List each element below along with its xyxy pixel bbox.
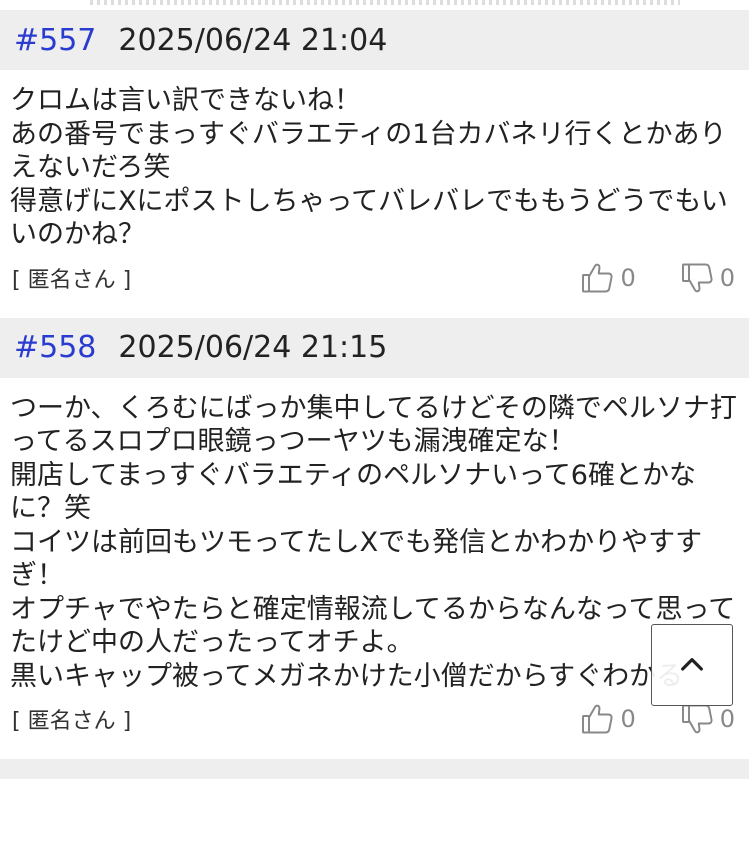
post-separator <box>0 303 749 318</box>
vote-group: 0 0 <box>536 252 735 304</box>
next-post-header <box>0 759 749 779</box>
post-author: [ 匿名さん ] <box>12 267 132 293</box>
like-count: 0 <box>620 263 636 292</box>
post-number[interactable]: #557 <box>14 23 96 58</box>
scroll-to-top-button[interactable] <box>651 624 733 706</box>
post-header: #558 2025/06/24 21:15 <box>0 317 749 378</box>
top-image-strip <box>0 0 749 10</box>
thumbs-up-icon <box>582 704 614 734</box>
dislike-count: 0 <box>719 705 735 733</box>
post: #558 2025/06/24 21:15 つーか、くろむにばっか集中してるけど… <box>0 317 749 746</box>
like-button[interactable]: 0 <box>580 260 636 296</box>
dislike-count: 0 <box>719 263 735 292</box>
like-count: 0 <box>620 705 636 733</box>
thumbs-down-icon <box>681 263 713 292</box>
image-fragment <box>90 0 680 5</box>
post-separator <box>0 745 749 759</box>
post-number[interactable]: #558 <box>14 330 96 365</box>
post-footer: [ 匿名さん ] 0 0 <box>0 252 749 304</box>
thumbs-down-icon <box>681 704 713 734</box>
post-footer: [ 匿名さん ] 0 0 <box>0 693 749 745</box>
thumbs-up-icon <box>582 263 614 292</box>
post: #557 2025/06/24 21:04 クロムは言い訳できないね！ あの番号… <box>0 10 749 304</box>
post-datetime: 2025/06/24 21:04 <box>118 22 388 58</box>
post-header: #557 2025/06/24 21:04 <box>0 10 749 70</box>
dislike-button[interactable]: 0 <box>680 701 735 737</box>
post-body: クロムは言い訳できないね！ あの番号でまっすぐバラエティの1台カバネリ行くとかあ… <box>10 85 728 250</box>
chevron-up-icon <box>681 658 703 671</box>
post-datetime: 2025/06/24 21:15 <box>118 330 388 365</box>
post-author: [ 匿名さん ] <box>12 709 132 734</box>
dislike-button[interactable]: 0 <box>680 260 735 296</box>
like-button[interactable]: 0 <box>580 701 636 737</box>
post-body: つーか、くろむにばっか集中してるけどその隣でペルソナ打ってるスロプロ眼鏡っつーヤ… <box>10 392 737 692</box>
